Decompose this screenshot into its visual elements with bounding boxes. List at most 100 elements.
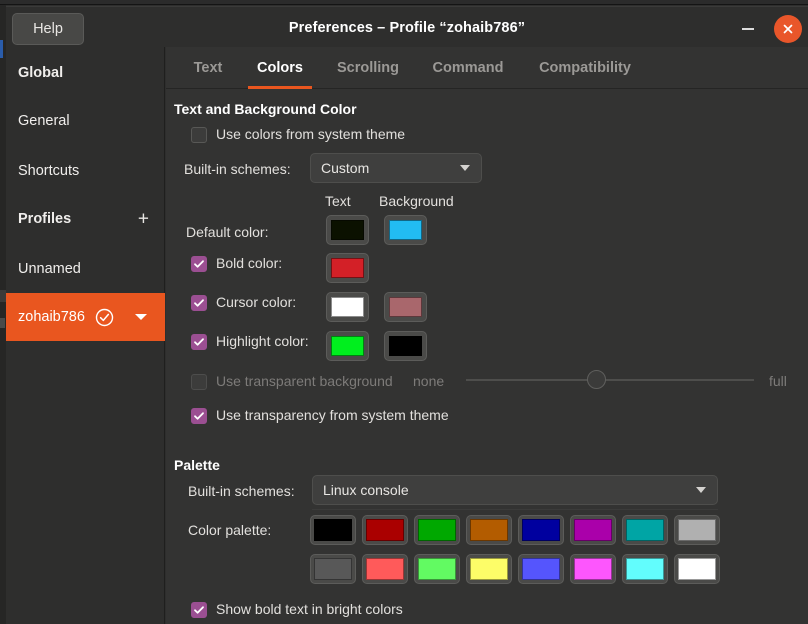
sidebar-label-zohaib786: zohaib786 [18,309,85,325]
check-icon [193,258,205,270]
cursor-text-color-button[interactable] [326,292,369,322]
transparency-min-label: none [413,373,444,389]
default-text-color-button[interactable] [326,215,369,245]
transparency-max-label: full [769,373,787,389]
highlight-text-color-button[interactable] [326,331,369,361]
plus-icon[interactable]: + [138,210,149,229]
chevron-down-icon [460,165,470,171]
sidebar: Global General Shortcuts Profiles + Unna… [6,47,165,624]
close-button[interactable] [774,15,802,43]
sidebar-item-profiles: Profiles + [6,195,165,243]
tab-colors[interactable]: Colors [244,47,316,89]
palette-swatch-color [678,519,716,541]
sidebar-label-general: General [18,113,70,129]
tab-command-label: Command [433,60,504,76]
sidebar-item-shortcuts[interactable]: Shortcuts [6,147,165,195]
default-text-color-swatch [331,220,364,240]
cursor-color-checkbox[interactable] [191,295,207,311]
transparency-system-theme-label: Use transparency from system theme [216,407,449,423]
check-icon [193,297,205,309]
cursor-text-color-swatch [331,297,364,317]
palette-section-title: Palette [174,457,220,473]
cursor-background-color-button[interactable] [384,292,427,322]
help-button[interactable]: Help [12,13,84,45]
sidebar-item-zohaib786[interactable]: zohaib786 [6,293,165,341]
palette-swatch-9[interactable] [362,554,408,584]
builtin-schemes-label: Built-in schemes: [184,161,291,177]
close-icon [782,23,794,35]
show-bold-bright-label: Show bold text in bright colors [216,601,403,617]
minimize-button[interactable] [734,17,762,41]
tab-text[interactable]: Text [178,47,238,89]
palette-swatch-color [626,519,664,541]
palette-swatch-13[interactable] [570,554,616,584]
cursor-color-label: Cursor color: [216,294,296,310]
palette-swatch-8[interactable] [310,554,356,584]
use-system-theme-label: Use colors from system theme [216,126,405,142]
palette-swatch-color [366,519,404,541]
caret-down-icon[interactable] [135,314,147,320]
tab-compatibility-label: Compatibility [539,60,631,76]
sidebar-label-shortcuts: Shortcuts [18,163,79,179]
palette-swatch-14[interactable] [622,554,668,584]
text-background-section-title: Text and Background Color [174,101,357,117]
palette-swatch-10[interactable] [414,554,460,584]
palette-swatch-2[interactable] [414,515,460,545]
palette-swatch-4[interactable] [518,515,564,545]
palette-swatch-color [418,558,456,580]
chevron-down-icon [696,487,706,493]
highlight-color-checkbox[interactable] [191,334,207,350]
palette-swatch-15[interactable] [674,554,720,584]
help-button-label: Help [33,21,63,37]
palette-swatch-7[interactable] [674,515,720,545]
palette-swatch-6[interactable] [622,515,668,545]
use-transparent-background-checkbox[interactable] [191,374,207,390]
palette-swatch-color [626,558,664,580]
default-background-color-button[interactable] [384,215,427,245]
palette-swatch-color [574,558,612,580]
palette-swatch-11[interactable] [466,554,512,584]
bold-color-checkbox[interactable] [191,256,207,272]
palette-swatch-color [574,519,612,541]
tab-scrolling-label: Scrolling [337,60,399,76]
check-circle-icon [95,308,114,327]
sidebar-item-global[interactable]: Global [6,49,165,97]
use-system-theme-checkbox[interactable] [191,127,207,143]
transparency-slider-track [466,379,754,381]
palette-swatch-color [522,558,560,580]
sidebar-label-global: Global [18,65,63,81]
palette-builtin-schemes-combobox[interactable]: Linux console [312,475,718,505]
palette-swatch-1[interactable] [362,515,408,545]
check-icon [193,336,205,348]
palette-builtin-schemes-label: Built-in schemes: [188,483,295,499]
transparency-slider-knob[interactable] [587,370,606,389]
palette-swatch-5[interactable] [570,515,616,545]
sidebar-item-general[interactable]: General [6,97,165,145]
palette-swatch-color [314,519,352,541]
palette-swatch-color [470,558,508,580]
transparency-system-theme-checkbox[interactable] [191,408,207,424]
color-palette-label: Color palette: [188,522,271,538]
builtin-schemes-value: Custom [321,160,369,176]
desktop-top-edge [0,0,808,5]
cursor-background-color-swatch [389,297,422,317]
sidebar-item-unnamed[interactable]: Unnamed [6,245,165,293]
minimize-icon [742,28,754,30]
palette-swatch-color [470,519,508,541]
bold-text-color-button[interactable] [326,253,369,283]
tab-scrolling[interactable]: Scrolling [322,47,414,89]
transparency-slider[interactable] [466,370,754,390]
palette-swatch-3[interactable] [466,515,512,545]
desktop-left-accent [0,40,3,58]
tab-bar: Text Colors Scrolling Command Compatibil… [166,47,808,89]
highlight-background-color-button[interactable] [384,331,427,361]
tab-compatibility[interactable]: Compatibility [522,47,648,89]
show-bold-bright-checkbox[interactable] [191,602,207,618]
palette-swatch-12[interactable] [518,554,564,584]
builtin-schemes-combobox[interactable]: Custom [310,153,482,183]
tab-command[interactable]: Command [420,47,516,89]
palette-swatch-color [366,558,404,580]
palette-swatch-color [418,519,456,541]
highlight-text-color-swatch [331,336,364,356]
palette-swatch-0[interactable] [310,515,356,545]
